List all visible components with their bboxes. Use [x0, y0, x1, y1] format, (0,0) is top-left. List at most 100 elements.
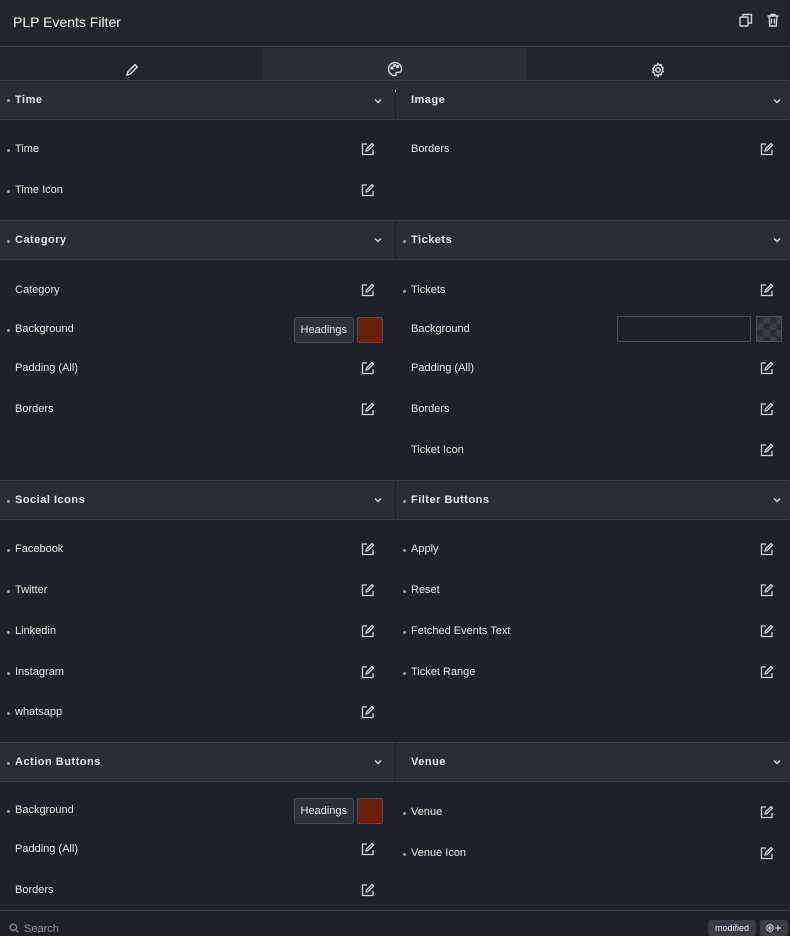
color-value-input[interactable]	[617, 316, 751, 342]
color-swatch[interactable]	[357, 798, 383, 824]
edit-icon[interactable]	[361, 361, 375, 375]
control-row: Instagram	[0, 658, 395, 688]
section-action-buttons[interactable]: Action Buttons	[0, 742, 395, 782]
edit-icon[interactable]	[361, 183, 375, 197]
section-social-icons[interactable]: Social Icons	[0, 480, 395, 520]
edit-icon[interactable]	[760, 283, 774, 297]
chevron-down-icon[interactable]	[373, 235, 383, 245]
control-label: Background	[15, 323, 74, 335]
control-row: Padding (All)	[396, 354, 790, 384]
edit-icon[interactable]	[760, 443, 774, 457]
chevron-down-icon[interactable]	[772, 495, 782, 505]
section-time[interactable]: Time	[0, 80, 395, 120]
edit-icon[interactable]	[361, 402, 375, 416]
edit-icon[interactable]	[361, 705, 375, 719]
control-label: Borders	[15, 884, 54, 896]
pencil-icon	[125, 63, 139, 77]
settings-add-button[interactable]	[760, 920, 788, 936]
palette-icon	[387, 61, 403, 77]
search-icon	[9, 923, 19, 933]
left-column: Time Time Time Icon Category Category Ba…	[0, 80, 395, 910]
modified-dot	[7, 99, 10, 102]
control-row: Time Icon	[0, 176, 395, 206]
control-label: Borders	[411, 143, 450, 155]
edit-icon[interactable]	[760, 361, 774, 375]
modified-dot	[403, 290, 406, 293]
edit-icon[interactable]	[760, 805, 774, 819]
modified-dot	[7, 149, 10, 152]
chevron-down-icon[interactable]	[772, 757, 782, 767]
control-row: Linkedin	[0, 617, 395, 647]
modified-dot	[7, 590, 10, 593]
control-row: whatsapp	[0, 698, 395, 728]
section-filter-buttons[interactable]: Filter Buttons	[396, 480, 790, 520]
headings-button[interactable]: Headings	[293, 798, 354, 824]
section-image[interactable]: Image	[396, 80, 790, 120]
modified-filter-badge[interactable]: modified	[707, 920, 756, 936]
control-label: Padding (All)	[15, 362, 78, 374]
color-swatch-empty[interactable]	[756, 316, 782, 342]
edit-icon[interactable]	[361, 842, 375, 856]
control-label: Time Icon	[15, 184, 63, 196]
duplicate-icon[interactable]	[739, 13, 755, 29]
control-row: Padding (All)	[0, 354, 395, 384]
section-title: Time	[15, 94, 43, 106]
control-row: Category	[0, 276, 395, 306]
edit-icon[interactable]	[760, 542, 774, 556]
chevron-down-icon[interactable]	[373, 495, 383, 505]
control-label: Borders	[411, 403, 450, 415]
modified-dot	[403, 240, 406, 243]
modified-dot	[403, 853, 406, 856]
search-input[interactable]: Search	[24, 923, 59, 935]
control-row: Ticket Range	[396, 658, 790, 688]
section-venue[interactable]: Venue	[396, 742, 790, 782]
control-row: Fetched Events Text	[396, 617, 790, 647]
color-swatch[interactable]	[357, 317, 383, 343]
edit-icon[interactable]	[760, 583, 774, 597]
edit-icon[interactable]	[760, 665, 774, 679]
chevron-down-icon[interactable]	[772, 96, 782, 106]
section-title: Venue	[411, 756, 446, 768]
control-label: Time	[15, 143, 40, 155]
modified-dot	[7, 240, 10, 243]
control-label: Twitter	[15, 584, 48, 596]
edit-icon[interactable]	[760, 402, 774, 416]
section-category[interactable]: Category	[0, 220, 395, 260]
edit-icon[interactable]	[361, 624, 375, 638]
edit-icon[interactable]	[760, 846, 774, 860]
section-title: Action Buttons	[15, 756, 101, 768]
control-row: Borders	[0, 876, 395, 906]
control-label: Padding (All)	[411, 362, 474, 374]
modified-dot	[7, 810, 10, 813]
edit-icon[interactable]	[361, 283, 375, 297]
control-row: Background Headings	[0, 796, 395, 826]
control-label: whatsapp	[15, 706, 63, 718]
trash-icon[interactable]	[766, 13, 782, 29]
headings-button[interactable]: Headings	[293, 317, 354, 343]
modified-dot	[403, 590, 406, 593]
edit-icon[interactable]	[361, 665, 375, 679]
control-row: Background	[396, 315, 790, 345]
section-title: Category	[15, 234, 67, 246]
edit-icon[interactable]	[361, 583, 375, 597]
edit-icon[interactable]	[361, 883, 375, 897]
control-label: Venue Icon	[411, 847, 467, 859]
chevron-down-icon[interactable]	[373, 96, 383, 106]
control-label: Background	[411, 323, 470, 335]
control-row: Facebook	[0, 535, 395, 565]
section-tickets[interactable]: Tickets	[396, 220, 790, 260]
modified-dot	[7, 672, 10, 675]
modified-dot	[403, 549, 406, 552]
control-label: Tickets	[411, 284, 446, 296]
control-row: Borders	[396, 135, 790, 165]
panel-footer: Search modified	[0, 910, 790, 936]
control-label: Instagram	[15, 666, 64, 678]
chevron-down-icon[interactable]	[373, 757, 383, 767]
chevron-down-icon[interactable]	[772, 235, 782, 245]
control-row: Reset	[396, 576, 790, 606]
edit-icon[interactable]	[361, 542, 375, 556]
edit-icon[interactable]	[361, 142, 375, 156]
control-label: Linkedin	[15, 625, 56, 637]
edit-icon[interactable]	[760, 624, 774, 638]
edit-icon[interactable]	[760, 142, 774, 156]
